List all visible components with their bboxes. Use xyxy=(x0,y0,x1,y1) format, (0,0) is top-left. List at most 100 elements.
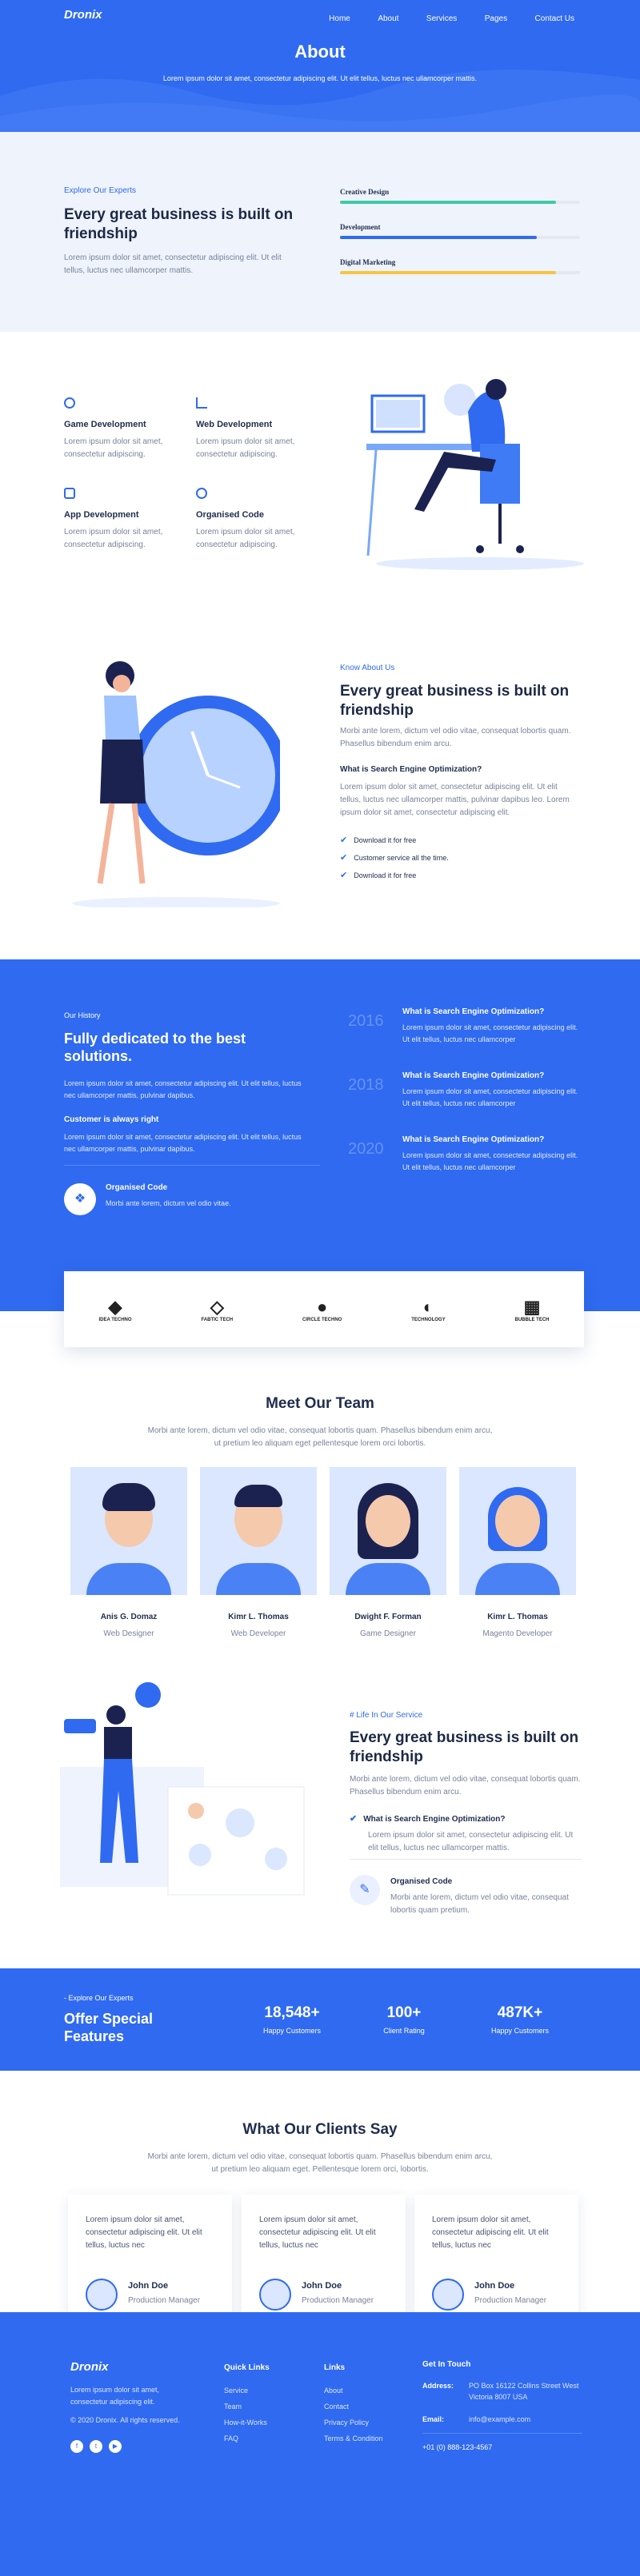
brands-bar: ◆ IDEA TECHNO ◇ FABTIC TECH ● CIRCLE TECHNO… xyxy=(64,1271,584,1347)
footer-link[interactable]: Service xyxy=(224,2383,270,2399)
member-photo xyxy=(70,1467,187,1595)
about-title: Every great business is built on friends… xyxy=(340,683,570,719)
brand-icon: ▦ xyxy=(523,1296,541,1317)
service-text: Lorem ipsum dolor sit amet, consectetur … xyxy=(64,528,163,549)
team-member[interactable]: Kimr L. Thomas Magento Developer xyxy=(459,1467,576,1641)
divider xyxy=(422,2433,582,2434)
timeline-text: Lorem ipsum dolor sit amet, consectetur … xyxy=(402,1087,578,1107)
footer-logo[interactable]: Dronix xyxy=(70,2360,109,2374)
brand-logo[interactable]: ● CIRCLE TECHNO xyxy=(302,1297,342,1322)
brand-logo[interactable]: ▦ BUBBLE TECH xyxy=(514,1297,549,1322)
footer-link[interactable]: Privacy Policy xyxy=(324,2415,383,2430)
brand-name: CIRCLE TECHNO xyxy=(302,1317,342,1322)
testimonial-quote: Lorem ipsum dolor sit amet, consectetur … xyxy=(259,2215,376,2250)
nav-home[interactable]: Home xyxy=(329,14,350,23)
service-title: Organised Code xyxy=(196,510,264,520)
email-row: Email: info@example.com xyxy=(422,2415,582,2423)
testimonial-name: John Doe xyxy=(128,2281,169,2291)
member-name: Kimr L. Thomas xyxy=(487,1613,548,1621)
twitter-icon[interactable]: t xyxy=(90,2440,102,2453)
youtube-icon[interactable]: ▶ xyxy=(109,2440,122,2453)
check-item: ✔ Download it for free xyxy=(340,867,449,884)
facebook-icon[interactable]: f xyxy=(70,2440,83,2453)
footer-link[interactable]: FAQ xyxy=(224,2430,270,2446)
check-icon: ✔ xyxy=(340,835,348,845)
stats-eyebrow: - Explore Our Experts xyxy=(64,1994,134,2002)
experts-text: Lorem ipsum dolor sit amet, consectetur … xyxy=(64,253,282,275)
timeline-item: 2018 What is Search Engine Optimization?… xyxy=(348,1071,588,1135)
history-text: Lorem ipsum dolor sit amet, consectetur … xyxy=(64,1079,302,1099)
nav-about[interactable]: About xyxy=(378,14,398,23)
brand-icon: ◇ xyxy=(210,1296,224,1317)
address-row: Address: PO Box 16122 Collins Street West… xyxy=(422,2380,582,2403)
clock-illustration xyxy=(72,661,280,907)
footer-link[interactable]: Team xyxy=(224,2399,270,2415)
stat-item: 18,548+ Happy Customers xyxy=(240,2004,344,2035)
footer-link[interactable]: About xyxy=(324,2383,383,2399)
testimonial-name: John Doe xyxy=(302,2281,342,2291)
brand-logo[interactable]: ◆ IDEA TECHNO xyxy=(98,1297,131,1322)
team-member[interactable]: Dwight F. Forman Game Designer xyxy=(330,1467,446,1641)
life-check-desc: Lorem ipsum dolor sit amet, consectetur … xyxy=(368,1831,574,1852)
member-photo xyxy=(330,1467,446,1595)
logo[interactable]: Dronix xyxy=(64,8,102,22)
life-check-text: What is Search Engine Optimization? xyxy=(363,1815,506,1824)
experts-section: Explore Our Experts Every great business… xyxy=(0,132,640,332)
check-icon: ✔ xyxy=(340,853,348,863)
avatar xyxy=(432,2279,464,2311)
timeline-text: Lorem ipsum dolor sit amet, consectetur … xyxy=(402,1023,578,1043)
skill-bar xyxy=(340,271,580,274)
address-value: PO Box 16122 Collins Street West Victori… xyxy=(469,2382,579,2401)
timeline-year: 2018 xyxy=(348,1076,384,1094)
pie-icon xyxy=(64,397,75,409)
nav-services[interactable]: Services xyxy=(426,14,457,23)
code-text: Morbi ante lorem, dictum vel odio vitae. xyxy=(106,1199,231,1207)
member-name: Kimr L. Thomas xyxy=(228,1613,289,1621)
skill-fill xyxy=(340,236,537,239)
member-role: Web Designer xyxy=(103,1629,154,1638)
timeline-title: What is Search Engine Optimization? xyxy=(402,1007,545,1016)
timeline: 2016 What is Search Engine Optimization?… xyxy=(348,1007,588,1199)
team-section: Meet Our Team Morbi ante lorem, dictum v… xyxy=(0,1359,640,1655)
social-links: f t ▶ xyxy=(70,2440,122,2453)
member-role: Game Designer xyxy=(359,1629,417,1638)
footer-link[interactable]: Contact xyxy=(324,2399,383,2415)
brand-logo[interactable]: ◇ FABTIC TECH xyxy=(201,1297,233,1322)
service-card[interactable]: Game Development Lorem ipsum dolor sit a… xyxy=(64,397,184,461)
life-check: ✔ What is Search Engine Optimization? xyxy=(350,1813,505,1824)
footer: Dronix Lorem ipsum dolor sit amet, conse… xyxy=(0,2312,640,2576)
stat-item: 100+ Client Rating xyxy=(352,2004,456,2035)
avatar xyxy=(259,2279,291,2311)
footer-link[interactable]: How-it-Works xyxy=(224,2415,270,2430)
contact-title: Get In Touch xyxy=(422,2360,471,2369)
quick-links: Quick Links Service Team How-it-Works FA… xyxy=(224,2360,270,2446)
nav-pages[interactable]: Pages xyxy=(485,14,507,23)
edit-icon: ✎ xyxy=(350,1875,380,1905)
stat-label: Happy Customers xyxy=(262,2027,322,2035)
footer-link[interactable]: Terms & Condition xyxy=(324,2430,383,2446)
service-card[interactable]: Organised Code Lorem ipsum dolor sit ame… xyxy=(196,488,316,552)
team-member[interactable]: Kimr L. Thomas Web Developer xyxy=(200,1467,317,1641)
timeline-year: 2020 xyxy=(348,1140,384,1158)
life-code-text: Morbi ante lorem, dictum vel odio vitae,… xyxy=(390,1893,569,1915)
testimonials-title: What Our Clients Say xyxy=(242,2121,398,2138)
member-name: Dwight F. Forman xyxy=(354,1613,422,1621)
links-title: Links xyxy=(324,2363,346,2372)
bar-chart-icon xyxy=(196,397,207,409)
life-section: # Life In Our Service Every great busine… xyxy=(0,1655,640,1967)
hero: Dronix Home About Services Pages Contact… xyxy=(0,0,640,132)
footer-text: Lorem ipsum dolor sit amet, consectetur … xyxy=(70,2386,160,2406)
nav-contact[interactable]: Contact Us xyxy=(535,14,574,23)
service-card[interactable]: Web Development Lorem ipsum dolor sit am… xyxy=(196,397,316,461)
team-title: Meet Our Team xyxy=(266,1395,374,1412)
member-role: Magento Developer xyxy=(482,1629,553,1638)
testimonial-role: Production Manager xyxy=(302,2296,374,2305)
service-card[interactable]: App Development Lorem ipsum dolor sit am… xyxy=(64,488,184,552)
email-value[interactable]: info@example.com xyxy=(469,2415,530,2423)
divider xyxy=(350,1859,582,1860)
service-text: Lorem ipsum dolor sit amet, consectetur … xyxy=(196,437,295,459)
team-member[interactable]: Anis G. Domaz Web Designer xyxy=(70,1467,187,1641)
testimonial-role: Production Manager xyxy=(128,2296,201,2305)
brand-logo[interactable]: ◐ TECHNOLOGY xyxy=(411,1297,445,1322)
phone[interactable]: +01 (0) 888-123-4567 xyxy=(422,2443,582,2451)
